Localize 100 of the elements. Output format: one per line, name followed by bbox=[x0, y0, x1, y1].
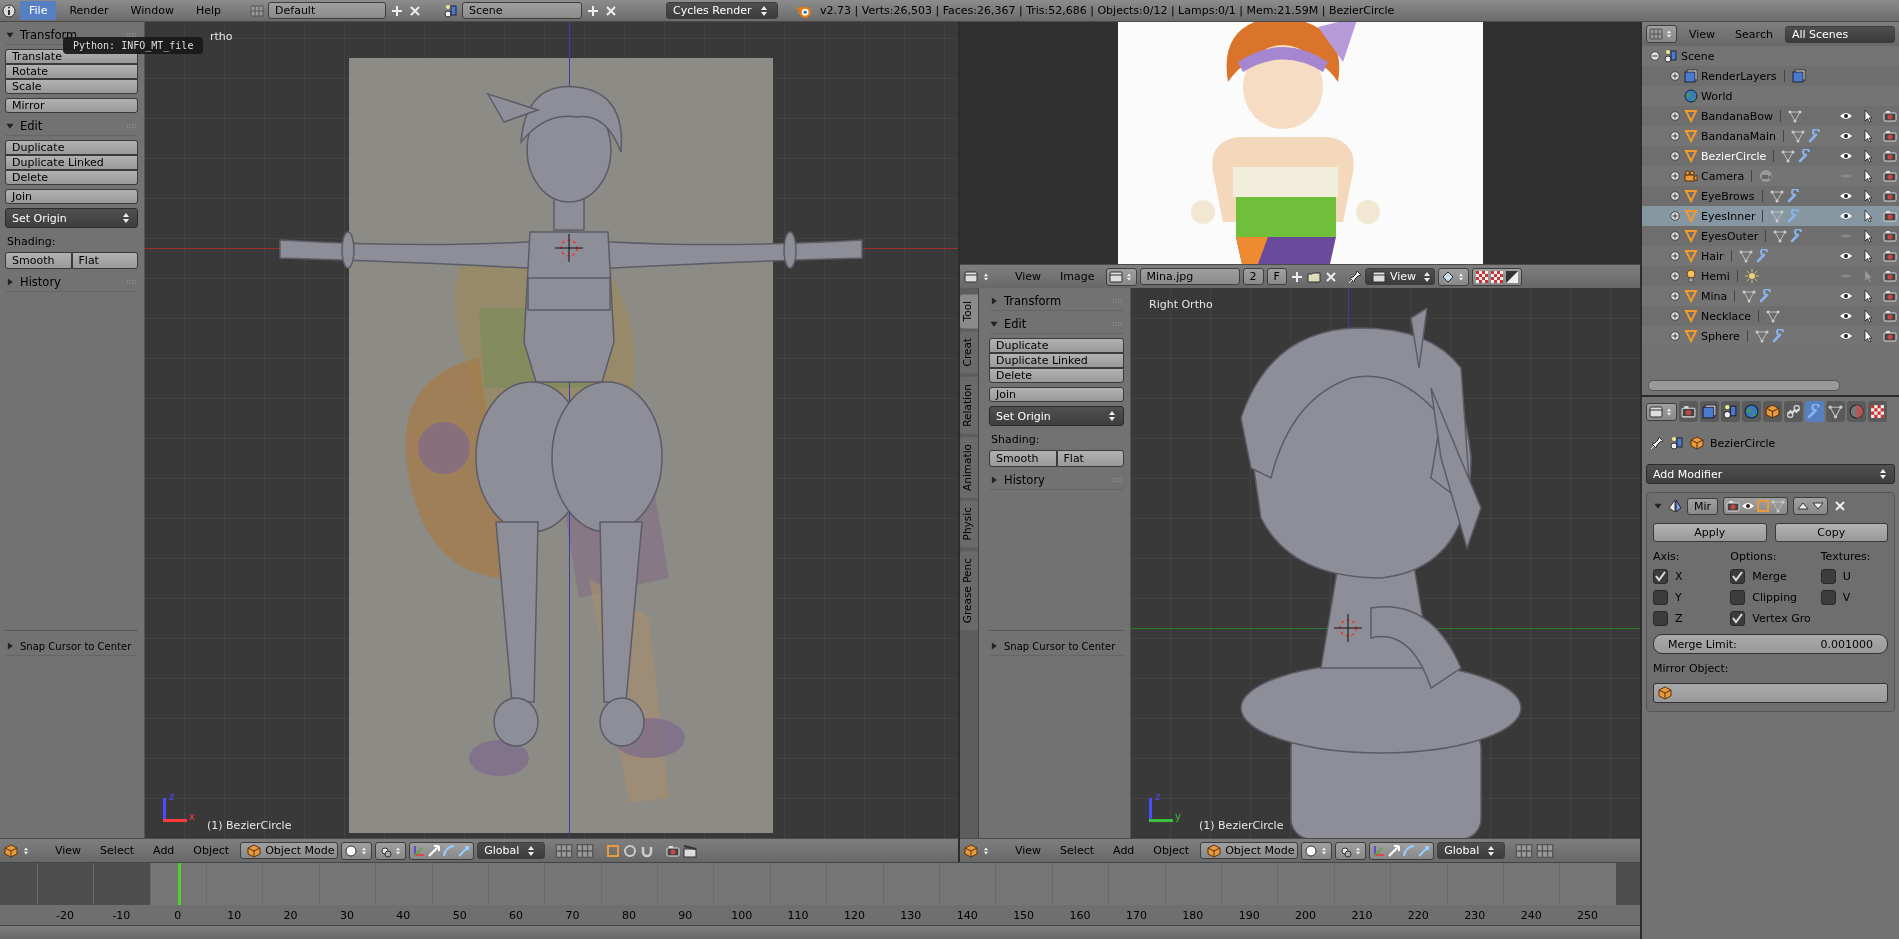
outliner-item[interactable]: Hemi bbox=[1701, 269, 1730, 283]
outliner-item[interactable]: Camera bbox=[1701, 169, 1745, 183]
tool-button[interactable]: Smooth bbox=[989, 450, 1057, 467]
outliner-item[interactable]: EyesInner bbox=[1701, 209, 1756, 223]
view-label: rtho bbox=[210, 30, 233, 43]
menu-item[interactable]: Object bbox=[1145, 844, 1198, 857]
outliner-item[interactable]: BezierCircle bbox=[1701, 149, 1767, 163]
shelf-tab[interactable]: Animatio bbox=[960, 436, 978, 498]
menu-item[interactable]: Search bbox=[1727, 27, 1781, 41]
outliner-item[interactable]: EyeBrows bbox=[1701, 189, 1755, 203]
frame-number: 50 bbox=[451, 908, 468, 922]
tool-button[interactable]: Duplicate Linked bbox=[989, 353, 1124, 368]
scene-field[interactable]: Scene bbox=[462, 2, 583, 19]
shelf-tab[interactable]: Grease Penc bbox=[960, 550, 978, 631]
frame-number: 10 bbox=[226, 908, 243, 922]
outliner-item[interactable]: Hair bbox=[1701, 249, 1724, 263]
menu-item[interactable]: Render bbox=[60, 1, 118, 20]
panel-title[interactable]: History bbox=[20, 275, 121, 289]
dropdown[interactable]: Set Origin bbox=[989, 406, 1124, 426]
checkbox-label: V bbox=[1842, 591, 1851, 604]
menu-item[interactable]: Object bbox=[185, 844, 238, 857]
outliner-row[interactable]: BandanaBow bbox=[1642, 106, 1899, 126]
orientation-dropdown[interactable]: Global bbox=[1437, 842, 1506, 859]
panel-title[interactable]: Edit bbox=[20, 119, 121, 133]
frame-number: -20 bbox=[55, 908, 75, 922]
outliner-row[interactable]: Hemi bbox=[1642, 266, 1899, 286]
tool-button[interactable]: Join bbox=[5, 189, 138, 204]
tool-button[interactable]: Flat bbox=[71, 252, 138, 269]
panel-title[interactable]: Snap Cursor to Center bbox=[1004, 640, 1116, 652]
shelf-tab[interactable]: Physic bbox=[960, 500, 978, 548]
outliner-item[interactable]: BandanaMain bbox=[1701, 129, 1776, 143]
frame-number: 30 bbox=[338, 908, 355, 922]
shelf-tab[interactable]: Tool bbox=[960, 294, 978, 329]
tool-button[interactable]: Delete bbox=[989, 368, 1124, 383]
tool-button[interactable]: Duplicate Linked bbox=[5, 155, 138, 170]
outliner-item[interactable]: RenderLayers bbox=[1701, 69, 1777, 83]
section-label: Shading: bbox=[990, 432, 1041, 446]
shelf-tab[interactable]: Relation bbox=[960, 376, 978, 434]
menu-item[interactable]: View bbox=[1681, 27, 1724, 41]
frame-number: 90 bbox=[677, 908, 694, 922]
menu-item[interactable]: Select bbox=[1052, 844, 1103, 857]
menu-item[interactable]: Select bbox=[92, 844, 143, 857]
dropdown[interactable]: Set Origin bbox=[5, 208, 138, 228]
orientation-dropdown[interactable]: Global bbox=[477, 842, 546, 859]
menu-item[interactable]: View bbox=[1007, 270, 1050, 283]
view-mode-dropdown[interactable]: View bbox=[1364, 268, 1435, 285]
frame-number: 200 bbox=[1294, 908, 1318, 922]
outliner-row[interactable]: EyesInner bbox=[1642, 206, 1899, 226]
frame-number: 40 bbox=[395, 908, 412, 922]
menu-item[interactable]: Window bbox=[121, 1, 183, 20]
outliner-item[interactable]: BandanaBow bbox=[1701, 109, 1773, 123]
outliner-row[interactable]: EyeBrows bbox=[1642, 186, 1899, 206]
panel-title[interactable]: Snap Cursor to Center bbox=[20, 640, 132, 652]
copy-button[interactable]: Copy bbox=[1774, 523, 1888, 542]
tool-button[interactable]: Delete bbox=[5, 170, 138, 185]
panel-title[interactable]: History bbox=[1004, 473, 1107, 487]
mode-dropdown[interactable]: Object Mode bbox=[1200, 842, 1299, 859]
outliner-item[interactable]: EyesOuter bbox=[1701, 229, 1759, 243]
render-engine-dropdown[interactable]: Cycles Render bbox=[666, 2, 779, 19]
outliner-item[interactable]: World bbox=[1701, 89, 1733, 103]
tool-button[interactable]: Smooth bbox=[5, 252, 72, 269]
shelf-tab[interactable]: Creat bbox=[960, 331, 978, 374]
menu-item[interactable]: Add bbox=[1105, 844, 1143, 857]
panel-title[interactable]: Edit bbox=[1004, 317, 1107, 331]
outliner-row[interactable]: Necklace bbox=[1642, 306, 1899, 326]
mode-dropdown[interactable]: Object Mode bbox=[240, 842, 339, 859]
frame-number: 160 bbox=[1068, 908, 1092, 922]
menu-item[interactable]: Image bbox=[1052, 270, 1103, 283]
axis-label: z bbox=[1155, 791, 1161, 802]
tool-button[interactable]: Duplicate bbox=[5, 140, 138, 155]
tool-button[interactable]: Scale bbox=[5, 79, 138, 94]
merge-limit-field[interactable]: Merge Limit: 0.001000 bbox=[1653, 634, 1888, 654]
menu-item[interactable]: View bbox=[1007, 844, 1050, 857]
users-count[interactable]: 2 bbox=[1242, 268, 1264, 285]
outliner-item[interactable]: Scene bbox=[1681, 49, 1715, 63]
tool-button[interactable]: Mirror bbox=[5, 98, 138, 113]
fake-user-toggle[interactable]: F bbox=[1266, 268, 1287, 285]
outliner-item[interactable]: Necklace bbox=[1701, 309, 1752, 323]
frame-number: 60 bbox=[508, 908, 525, 922]
layout-field[interactable]: Default bbox=[268, 2, 387, 19]
menu-item[interactable]: File bbox=[20, 1, 57, 20]
outliner-row[interactable]: EyesOuter bbox=[1642, 226, 1899, 246]
outliner-item[interactable]: Mina bbox=[1701, 289, 1728, 303]
image-name-field[interactable]: Mina.jpg bbox=[1139, 268, 1240, 285]
menu-item[interactable]: View bbox=[47, 844, 90, 857]
tool-button[interactable]: Duplicate bbox=[989, 338, 1124, 353]
outliner-item[interactable]: Sphere bbox=[1701, 329, 1740, 343]
panel-title[interactable]: Transform bbox=[1004, 294, 1107, 308]
tool-button[interactable]: Rotate bbox=[5, 64, 138, 79]
add-modifier-dropdown[interactable]: Add Modifier bbox=[1646, 464, 1895, 484]
outliner-row[interactable]: BezierCircle bbox=[1642, 146, 1899, 166]
menu-item[interactable]: Add bbox=[145, 844, 183, 857]
outliner-row[interactable]: RenderLayers bbox=[1642, 66, 1899, 86]
frame-number: 80 bbox=[620, 908, 637, 922]
display-mode-dropdown[interactable]: All Scenes bbox=[1784, 25, 1895, 43]
apply-button[interactable]: Apply bbox=[1653, 523, 1767, 542]
modifier-name-field[interactable]: Mir bbox=[1687, 497, 1719, 515]
menu-item[interactable]: Help bbox=[186, 1, 231, 20]
tool-button[interactable]: Flat bbox=[1056, 450, 1124, 467]
tool-button[interactable]: Join bbox=[989, 387, 1124, 402]
